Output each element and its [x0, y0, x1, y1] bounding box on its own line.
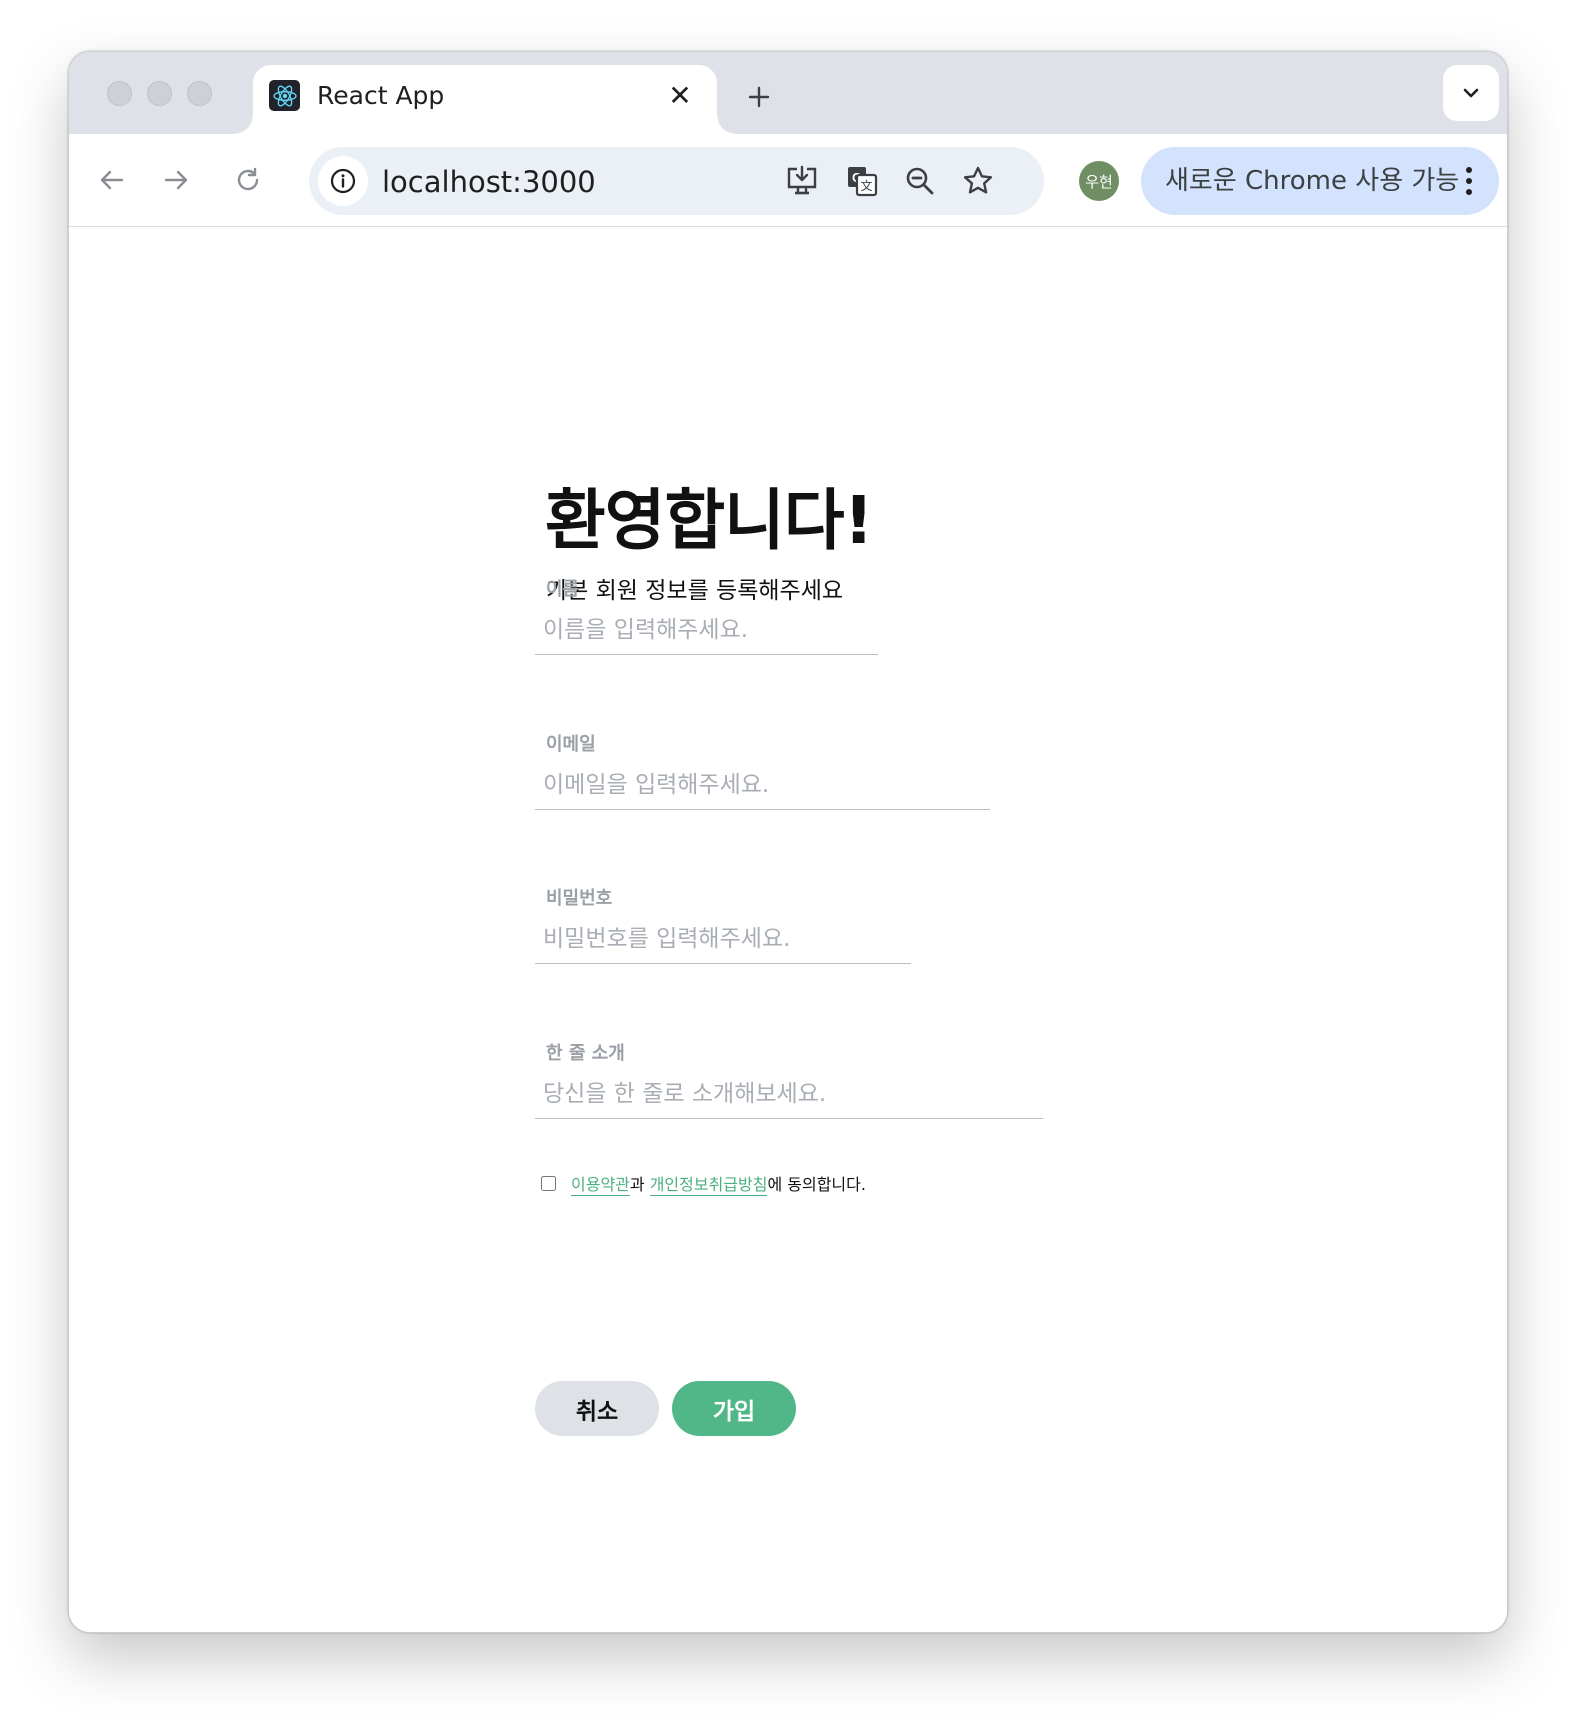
page-content: 환영합니다! 기본 회원 정보를 등록해주세요 이름 이메일 비밀번호 한 줄 … [69, 228, 1507, 1632]
reload-icon[interactable] [225, 157, 271, 203]
browser-toolbar: localhost:3000 G文 우현 새로운 Chrome 사용 가능 [69, 134, 1507, 227]
svg-text:文: 文 [860, 178, 872, 193]
privacy-policy-link[interactable]: 개인정보취급방침 [649, 1171, 768, 1196]
email-label: 이메일 [546, 734, 596, 755]
tab-react-app[interactable]: React App ✕ [235, 65, 735, 134]
url-text[interactable]: localhost:3000 [382, 165, 596, 199]
intro-input[interactable] [535, 1069, 1043, 1119]
tab-search-button[interactable] [1443, 65, 1499, 121]
agreement-suffix: 에 동의합니다. [767, 1175, 866, 1194]
bookmark-star-icon[interactable] [958, 161, 998, 201]
name-label: 이름 [546, 579, 580, 600]
password-input[interactable] [535, 914, 911, 964]
react-icon [269, 80, 300, 111]
agree-checkbox[interactable] [541, 1175, 556, 1191]
name-input[interactable] [535, 605, 878, 655]
email-input[interactable] [535, 760, 990, 810]
minimize-window-button[interactable] [147, 81, 172, 106]
site-info-icon[interactable] [318, 156, 368, 206]
tab-title: React App [317, 81, 445, 110]
zoom-window-button[interactable] [187, 81, 212, 106]
intro-label: 한 줄 소개 [546, 1043, 625, 1064]
chrome-update-button[interactable]: 새로운 Chrome 사용 가능 [1141, 147, 1499, 215]
chevron-down-icon [1463, 88, 1479, 98]
zoom-icon[interactable] [900, 161, 940, 201]
more-menu-icon[interactable] [1459, 161, 1479, 201]
tab-strip: React App ✕ [69, 52, 1507, 134]
close-window-button[interactable] [107, 81, 132, 106]
page-title: 환영합니다! [545, 482, 874, 559]
update-label: 새로운 Chrome 사용 가능 [1165, 166, 1460, 196]
install-app-icon[interactable] [782, 161, 822, 201]
agreement-row: 이용약관 과 개인정보취급방침 에 동의합니다. [541, 1170, 866, 1196]
profile-avatar[interactable]: 우현 [1079, 161, 1119, 201]
terms-link[interactable]: 이용약관 [571, 1171, 630, 1196]
agreement-conjunction: 과 [629, 1175, 650, 1194]
address-bar[interactable]: localhost:3000 G文 [309, 147, 1044, 215]
translate-icon[interactable]: G文 [842, 161, 882, 201]
join-button[interactable]: 가입 [672, 1381, 796, 1436]
forward-arrow-icon[interactable] [153, 157, 199, 203]
new-tab-icon[interactable] [739, 77, 779, 117]
browser-window: React App ✕ localhost:3000 文 우현 새로운 Chro… [68, 51, 1508, 1633]
password-label: 비밀번호 [546, 888, 613, 909]
close-tab-icon[interactable]: ✕ [663, 78, 697, 112]
cancel-button[interactable]: 취소 [535, 1381, 659, 1436]
back-arrow-icon[interactable] [89, 157, 135, 203]
page-subtitle: 기본 회원 정보를 등록해주세요 [546, 578, 844, 604]
